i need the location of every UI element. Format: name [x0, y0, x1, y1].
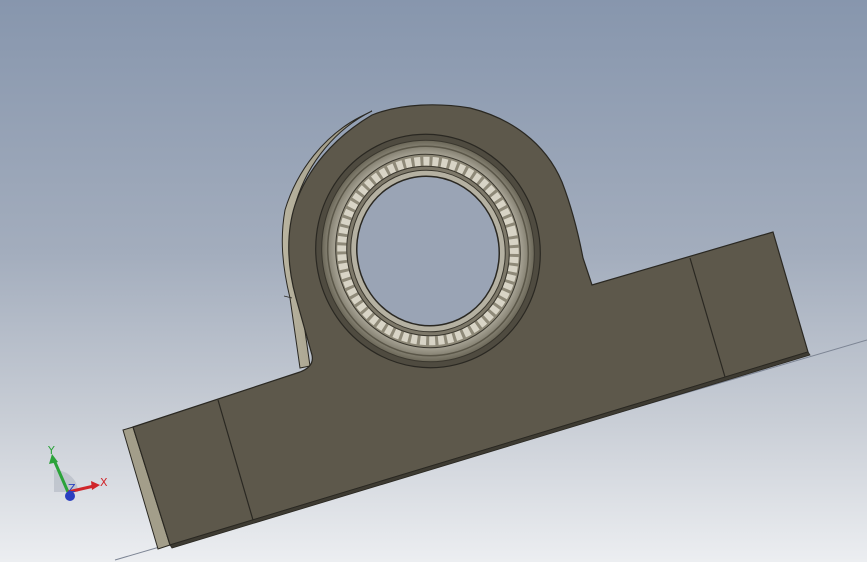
x-axis-label: X	[100, 476, 108, 489]
z-axis-label: Z	[68, 482, 76, 495]
coordinate-triad[interactable]: Y X Z	[40, 440, 112, 506]
model-view[interactable]	[0, 0, 867, 562]
3d-viewport[interactable]: Y X Z	[0, 0, 867, 562]
y-axis-label: Y	[47, 444, 55, 457]
